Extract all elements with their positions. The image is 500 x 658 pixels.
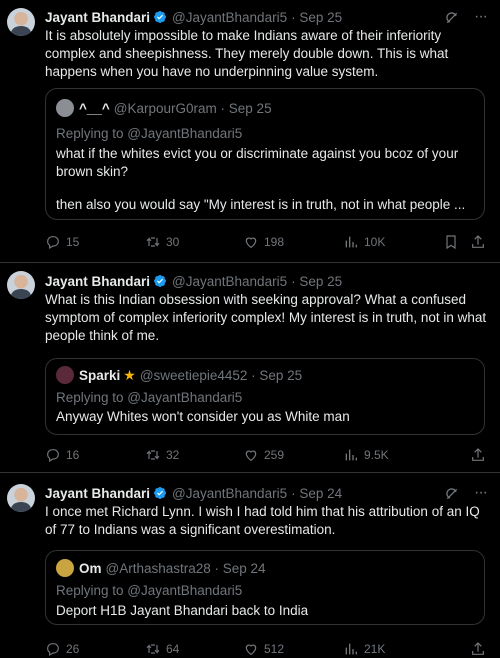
avatar — [56, 559, 74, 577]
retweet-icon — [146, 237, 160, 247]
quoted-author-handle: @Arthashastra28 · Sep 24 — [105, 560, 266, 576]
heart-icon — [245, 237, 257, 249]
retweet-button[interactable]: 64 — [145, 640, 179, 658]
replying-to: Replying to @JayantBhandari5 — [56, 126, 243, 141]
grok-icon[interactable] — [444, 10, 460, 26]
more-options-icon[interactable]: ··· — [474, 9, 492, 25]
author-handle[interactable]: @JayantBhandari5 — [172, 486, 287, 501]
avatar[interactable] — [7, 8, 35, 36]
avatar — [56, 366, 74, 384]
heart-icon — [245, 450, 257, 462]
tweet-actions: 15 30 198 10K — [45, 233, 490, 251]
share-button[interactable] — [470, 640, 486, 658]
tweet-date[interactable]: · Sep 25 — [291, 274, 342, 289]
reply-button[interactable]: 15 — [45, 233, 79, 251]
author-name[interactable]: Jayant Bhandari — [45, 274, 150, 289]
author-name[interactable]: Jayant Bhandari — [45, 486, 150, 501]
quoted-author-name: ^__^ — [79, 100, 110, 116]
tweet[interactable]: Jayant Bhandari @JayantBhandari5 · Sep 2… — [0, 263, 500, 472]
share-button[interactable] — [470, 446, 486, 464]
quoted-tweet-text: then also you would say "My interest is … — [56, 197, 466, 212]
avatar — [56, 99, 74, 117]
views-count: 9.5K — [364, 448, 389, 462]
quoted-author-handle: @KarpourG0ram · Sep 25 — [113, 100, 272, 116]
like-count: 512 — [264, 642, 285, 656]
avatar[interactable] — [7, 484, 35, 512]
tweet-text: It is absolutely impossible to make Indi… — [45, 28, 449, 79]
reply-icon — [47, 236, 59, 250]
verified-badge-icon — [154, 275, 167, 287]
quoted-tweet[interactable]: Om @Arthashastra28 · Sep 24 Replying to … — [45, 550, 485, 625]
retweet-count: 64 — [166, 642, 180, 656]
views-icon — [345, 449, 357, 461]
quoted-tweet[interactable]: ^__^ @KarpourG0ram · Sep 25 Replying to … — [45, 88, 485, 220]
tweet-text: What is this Indian obsession with seeki… — [45, 292, 487, 343]
tweet-header: Jayant Bhandari @JayantBhandari5 · Sep 2… — [45, 8, 342, 26]
heart-icon — [245, 644, 257, 656]
views-count: 10K — [364, 235, 386, 249]
share-icon — [472, 642, 484, 655]
like-button[interactable]: 198 — [243, 233, 284, 251]
tweet-date[interactable]: · Sep 25 — [291, 10, 342, 25]
tweet[interactable]: Jayant Bhandari @JayantBhandari5 · Sep 2… — [0, 473, 500, 658]
verified-badge-icon — [154, 487, 167, 499]
reply-button[interactable]: 26 — [45, 640, 79, 658]
reply-icon — [47, 449, 59, 463]
views-button[interactable]: 9.5K — [343, 446, 389, 464]
like-button[interactable]: 259 — [243, 446, 284, 464]
views-button[interactable]: 10K — [343, 233, 385, 251]
views-button[interactable]: 21K — [343, 640, 385, 658]
views-count: 21K — [364, 642, 386, 656]
more-options-icon[interactable]: ··· — [474, 485, 492, 501]
retweet-icon — [146, 450, 160, 460]
reply-button[interactable]: 16 — [45, 446, 79, 464]
quoted-tweet-header: ^__^ @KarpourG0ram · Sep 25 — [56, 99, 272, 117]
reply-icon — [47, 643, 59, 657]
retweet-button[interactable]: 32 — [145, 446, 179, 464]
views-icon — [345, 643, 357, 655]
bookmark-button[interactable] — [443, 233, 459, 251]
quoted-author-name: Sparki — [79, 367, 121, 383]
avatar[interactable] — [7, 271, 35, 299]
like-button[interactable]: 512 — [243, 640, 284, 658]
quoted-tweet-header: Sparki ★ @sweetiepie4452 · Sep 25 — [56, 366, 302, 384]
quoted-author-name: Om — [79, 560, 102, 576]
quoted-tweet-header: Om @Arthashastra28 · Sep 24 — [56, 559, 266, 577]
verified-badge-icon — [154, 11, 167, 23]
tweet-actions: 16 32 259 9.5K — [45, 446, 490, 464]
tweet-actions: 26 64 512 21K — [45, 640, 490, 658]
replying-to: Replying to @JayantBhandari5 — [56, 583, 243, 598]
replying-to: Replying to @JayantBhandari5 — [56, 390, 243, 405]
views-icon — [345, 236, 357, 248]
quoted-tweet-text: Anyway Whites won't consider you as Whit… — [56, 409, 350, 424]
retweet-count: 32 — [166, 448, 180, 462]
quoted-author-handle: @sweetiepie4452 · Sep 25 — [139, 367, 303, 383]
retweet-count: 30 — [166, 235, 180, 249]
like-count: 259 — [264, 448, 285, 462]
tweet[interactable]: Jayant Bhandari @JayantBhandari5 · Sep 2… — [0, 0, 500, 262]
share-icon — [472, 235, 484, 248]
author-handle[interactable]: @JayantBhandari5 — [172, 274, 287, 289]
quoted-tweet-text: Deport H1B Jayant Bhandari back to India — [56, 603, 309, 618]
retweet-button[interactable]: 30 — [145, 233, 179, 251]
tweet-date[interactable]: · Sep 24 — [291, 486, 342, 501]
tweet-header: Jayant Bhandari @JayantBhandari5 · Sep 2… — [45, 484, 342, 502]
reply-count: 15 — [66, 235, 80, 249]
author-name[interactable]: Jayant Bhandari — [45, 10, 150, 25]
reply-count: 26 — [66, 642, 80, 656]
grok-icon[interactable] — [444, 486, 460, 502]
tweet-text: I once met Richard Lynn. I wish I had to… — [45, 504, 480, 537]
quoted-tweet-text: what if the whites evict you or discrimi… — [56, 146, 459, 179]
quoted-tweet[interactable]: Sparki ★ @sweetiepie4452 · Sep 25 Replyi… — [45, 358, 485, 435]
tweet-header: Jayant Bhandari @JayantBhandari5 · Sep 2… — [45, 272, 342, 290]
author-handle[interactable]: @JayantBhandari5 — [172, 10, 287, 25]
star-icon: ★ — [123, 366, 136, 383]
reply-count: 16 — [66, 448, 80, 462]
share-button[interactable] — [470, 233, 486, 251]
bookmark-icon — [446, 235, 456, 250]
retweet-icon — [146, 644, 160, 654]
like-count: 198 — [264, 235, 285, 249]
share-icon — [472, 448, 484, 461]
